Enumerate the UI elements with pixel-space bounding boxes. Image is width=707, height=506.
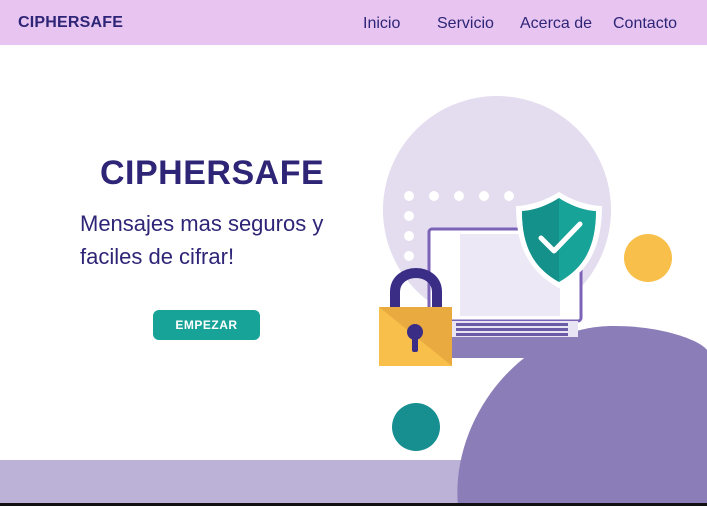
hero-title: CIPHERSAFE — [100, 154, 325, 192]
yellow-circle — [624, 234, 672, 282]
hero-subtitle: Mensajes mas seguros y faciles de cifrar… — [80, 211, 324, 269]
teal-circle — [392, 403, 440, 451]
start-button[interactable]: EMPEZAR — [153, 310, 260, 340]
